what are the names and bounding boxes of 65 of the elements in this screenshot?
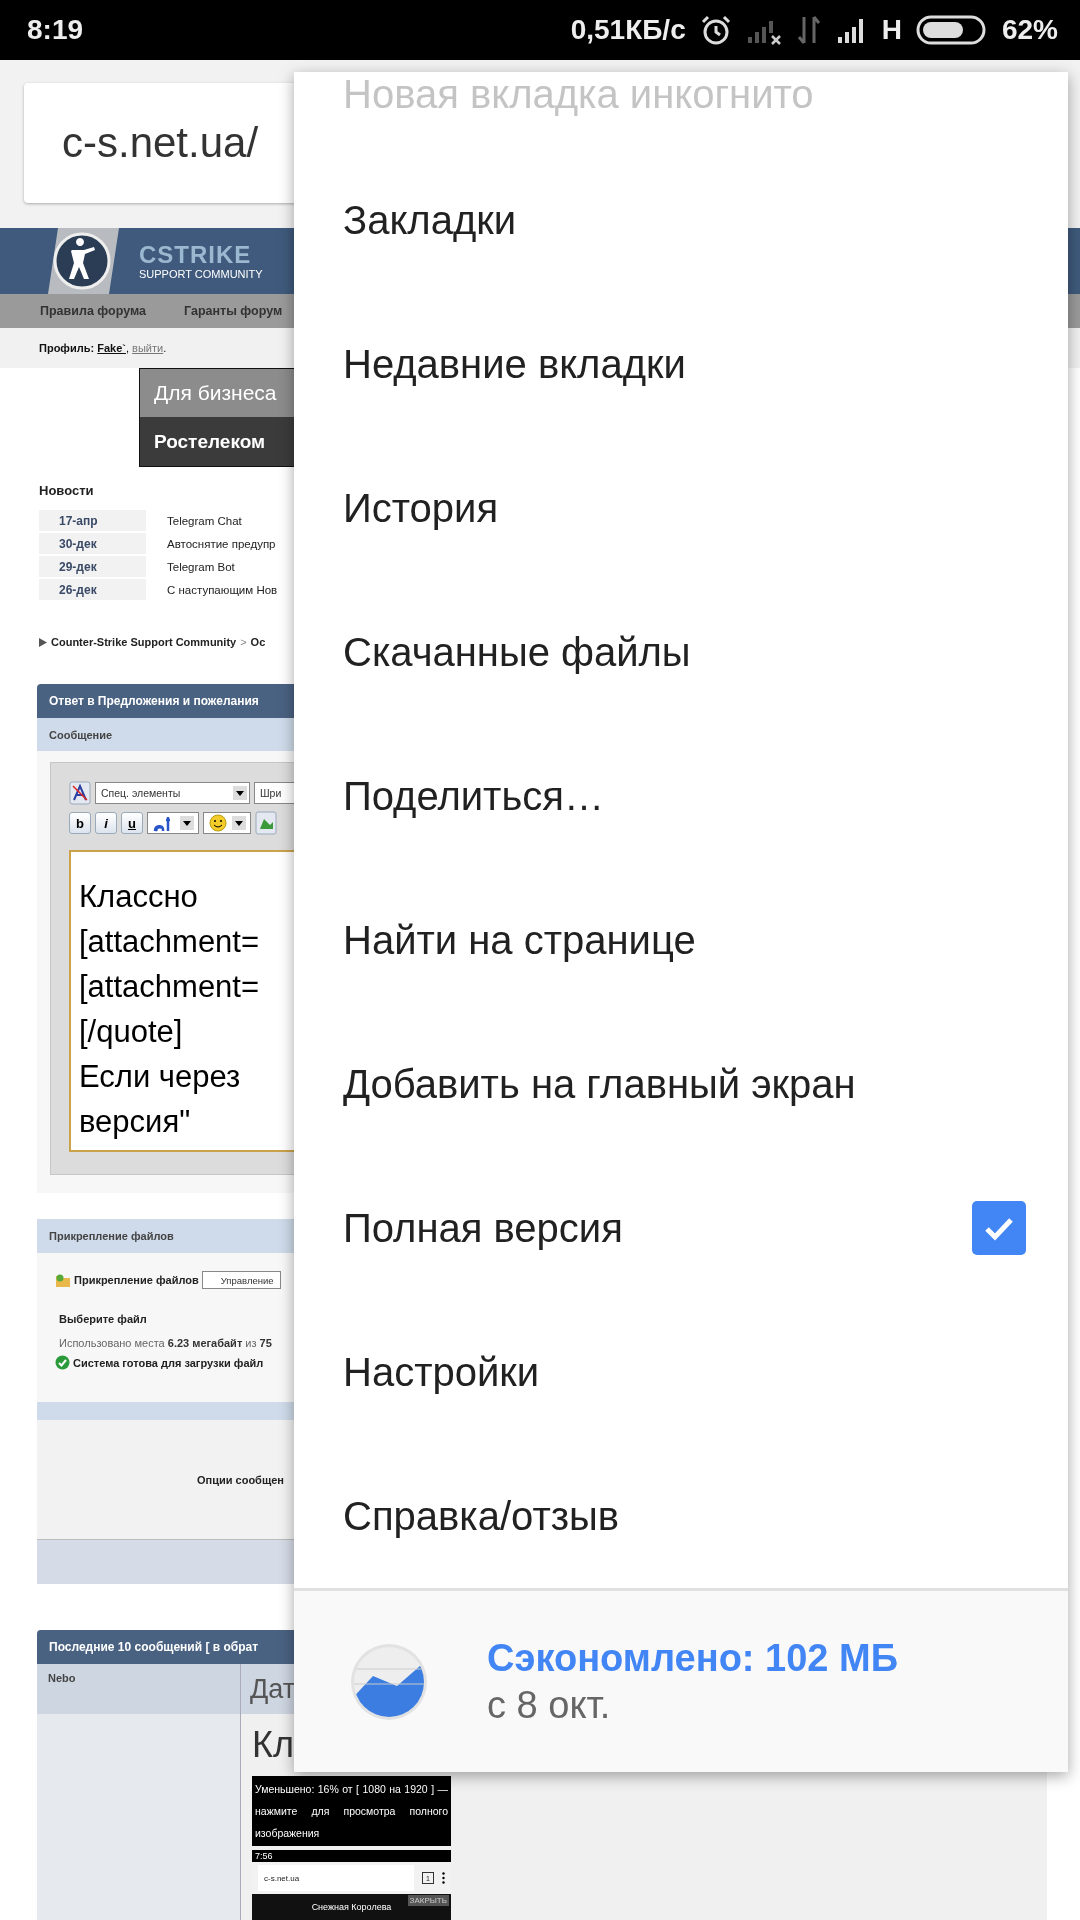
checkbox[interactable] (972, 1201, 1026, 1255)
post-author[interactable]: Nebo (37, 1664, 240, 1714)
network-type: H (881, 14, 902, 46)
thumbnail-clock: 7:56 (255, 1851, 273, 1861)
options-title: Опции сообщен (197, 1473, 284, 1486)
profile-line: Профиль: Fake`, выйти. (39, 342, 167, 354)
nav-link[interactable]: Правила форума (40, 304, 146, 318)
remove-format-icon[interactable] (69, 781, 91, 805)
menu-item[interactable]: Закладки (294, 148, 1068, 292)
smiley-dropdown[interactable] (203, 812, 251, 834)
logo-subtitle: SUPPORT COMMUNITY (139, 268, 263, 280)
data-arrows-icon (795, 15, 822, 45)
news-heading: Новости (39, 483, 95, 498)
folder-icon (55, 1272, 71, 1288)
news-date: 29-дек (39, 556, 146, 577)
usage-text: Использовано места 6.23 мегабайт из 75 (59, 1337, 273, 1349)
news-link[interactable]: С наступающим Нов (167, 583, 278, 596)
ad-text: Для бизнеса (154, 381, 277, 405)
data-saver-chart-icon (349, 1641, 429, 1722)
menu-item[interactable]: Справка/отзыв (294, 1444, 1068, 1588)
checkmark-icon (55, 1355, 70, 1370)
news-link[interactable]: Telegram Chat (167, 514, 242, 527)
nav-link[interactable]: Гаранты форум (184, 304, 283, 318)
attachment-label: Прикрепление файлов (74, 1274, 199, 1286)
font-color-dropdown[interactable] (147, 812, 199, 834)
post-date: Дат (250, 1673, 296, 1705)
clock-time: 8:19 (27, 14, 84, 46)
news-date: 26-дек (39, 579, 146, 600)
format-button[interactable]: i (95, 812, 117, 834)
smiley-icon (208, 814, 228, 832)
special-elements-select[interactable]: Спец. элементы (95, 782, 250, 804)
format-button[interactable]: b (69, 812, 91, 834)
breadcrumb-link[interactable]: Ос (250, 636, 266, 648)
data-saved-since: с 8 окт. (487, 1683, 612, 1727)
news-link[interactable]: Автоснятие предупр (167, 537, 276, 550)
battery-icon (915, 14, 988, 46)
upload-status: Система готова для загрузки файл (73, 1356, 264, 1369)
menu-item[interactable]: Настройки (294, 1300, 1068, 1444)
battery-percent: 62% (1001, 14, 1058, 46)
thumbnail-close-label: ЗАКРЫТЬ (407, 1895, 449, 1906)
thumbnail-menu-icon (442, 1872, 445, 1884)
caret-icon (232, 816, 246, 830)
image-resize-note[interactable]: Уменьшено: 16% от [ 1080 на 1920 ] — нажмите для просмотра полного изображения (252, 1776, 451, 1846)
caret-icon (180, 816, 194, 830)
ad-brand: Ростелеком (154, 430, 266, 453)
insert-image-icon[interactable] (255, 811, 277, 835)
triangle-icon (39, 637, 47, 647)
caret-icon (233, 786, 247, 800)
thumbnail-url: c-s.net.ua (264, 1873, 300, 1883)
news-link[interactable]: Telegram Bot (167, 560, 235, 573)
post-text: Кл (252, 1723, 294, 1767)
username-link[interactable]: Fake` (97, 342, 126, 354)
menu-item[interactable]: Добавить на главный экран (294, 1012, 1068, 1156)
manage-button[interactable]: Управление (201, 1271, 281, 1289)
network-speed: 0,51КБ/с (570, 14, 686, 46)
logo-title: CSTRIKE (139, 242, 253, 267)
choose-file-label: Выберите файл (59, 1313, 148, 1325)
menu-item[interactable]: Найти на странице (294, 868, 1068, 1012)
format-button[interactable]: u (121, 812, 143, 834)
breadcrumb-separator: > (240, 636, 247, 648)
breadcrumb-link[interactable]: Counter-Strike Support Community (51, 636, 237, 648)
news-date: 30-дек (39, 533, 146, 554)
news-date: 17-апр (39, 510, 146, 531)
alarm-clock-icon (699, 14, 732, 46)
thumbnail-banner-text: Снежная Королева (311, 1902, 392, 1912)
